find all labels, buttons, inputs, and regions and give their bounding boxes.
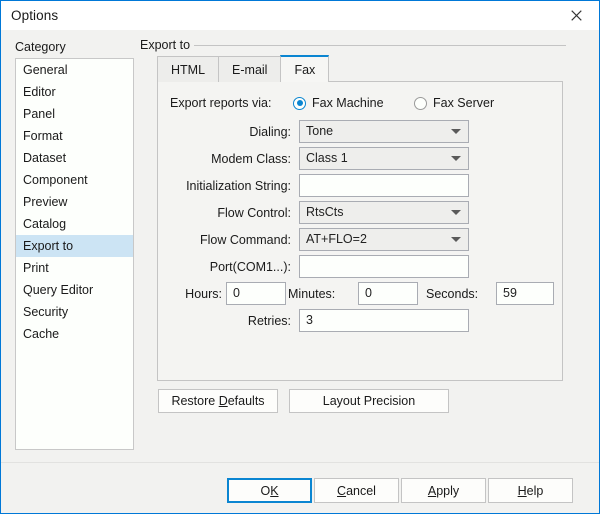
restore-defaults-pre: Restore (171, 394, 218, 408)
combo-dialing-value: Tone (306, 124, 333, 138)
category-list[interactable]: General Editor Panel Format Dataset Component… (15, 58, 134, 450)
label-port: Port(COM1...): (158, 255, 291, 279)
radio-fax-machine[interactable]: Fax Machine (293, 91, 384, 115)
sidebar-item-component[interactable]: Component (16, 169, 133, 191)
combo-flow-control[interactable]: RtsCts (299, 201, 469, 224)
apply-accel: A (428, 484, 436, 498)
sidebar-item-editor[interactable]: Editor (16, 81, 133, 103)
group-box-line (193, 45, 566, 46)
chevron-down-icon (444, 229, 468, 250)
ok-accel: K (270, 484, 278, 498)
label-modem-class: Modem Class: (158, 147, 291, 171)
sidebar-item-format[interactable]: Format (16, 125, 133, 147)
combo-flow-command[interactable]: AT+FLO=2 (299, 228, 469, 251)
sidebar-item-label: Editor (23, 85, 56, 99)
label-flow-control: Flow Control: (158, 201, 291, 225)
radio-icon-fax-machine (293, 97, 306, 110)
sidebar-item-cache[interactable]: Cache (16, 323, 133, 345)
input-seconds[interactable]: 59 (496, 282, 554, 305)
help-button[interactable]: Help (488, 478, 573, 503)
apply-post: pply (436, 484, 459, 498)
close-icon[interactable] (554, 1, 599, 30)
input-port[interactable] (299, 255, 469, 278)
input-retries-value: 3 (306, 313, 313, 327)
sidebar-item-label: Security (23, 305, 68, 319)
chevron-down-icon (444, 121, 468, 142)
apply-button[interactable]: Apply (401, 478, 486, 503)
sidebar-item-label: Catalog (23, 217, 66, 231)
title-bar: Options (1, 0, 599, 30)
label-flow-command: Flow Command: (158, 228, 291, 252)
sidebar-item-print[interactable]: Print (16, 257, 133, 279)
input-hours-value: 0 (233, 286, 240, 300)
layout-precision-label: Layout Precision (323, 394, 415, 408)
group-box-label: Export to (140, 38, 194, 52)
label-init-string: Initialization String: (158, 174, 291, 198)
sidebar-item-panel[interactable]: Panel (16, 103, 133, 125)
sidebar-item-label: Panel (23, 107, 55, 121)
sidebar-item-general[interactable]: General (16, 59, 133, 81)
sidebar-item-label: Preview (23, 195, 67, 209)
input-hours[interactable]: 0 (226, 282, 286, 305)
radio-icon-fax-server (414, 97, 427, 110)
label-hours: Hours: (158, 282, 222, 306)
restore-defaults-accel: D (219, 394, 228, 408)
combo-flow-command-value: AT+FLO=2 (306, 232, 367, 246)
category-label: Category (15, 40, 66, 54)
label-seconds: Seconds: (426, 282, 500, 306)
input-retries[interactable]: 3 (299, 309, 469, 332)
chevron-down-icon (444, 202, 468, 223)
sidebar-item-export-to[interactable]: Export to (16, 235, 133, 257)
tab-html[interactable]: HTML (157, 56, 219, 82)
sidebar-item-query-editor[interactable]: Query Editor (16, 279, 133, 301)
sidebar-item-security[interactable]: Security (16, 301, 133, 323)
cancel-button[interactable]: Cancel (314, 478, 399, 503)
input-minutes[interactable]: 0 (358, 282, 418, 305)
tab-label: HTML (171, 63, 205, 77)
combo-dialing[interactable]: Tone (299, 120, 469, 143)
options-dialog: Options Category General Editor Panel Forma… (0, 0, 600, 514)
sidebar-item-label: Dataset (23, 151, 66, 165)
radio-label-fax-machine: Fax Machine (312, 96, 384, 110)
sidebar-item-label: Print (23, 261, 49, 275)
ok-pre: O (260, 484, 270, 498)
sidebar-item-dataset[interactable]: Dataset (16, 147, 133, 169)
combo-modem-class[interactable]: Class 1 (299, 147, 469, 170)
restore-defaults-post: efaults (228, 394, 265, 408)
sidebar-item-catalog[interactable]: Catalog (16, 213, 133, 235)
restore-defaults-button[interactable]: Restore Defaults (158, 389, 278, 413)
tab-label: E-mail (232, 63, 267, 77)
sidebar-item-label: Query Editor (23, 283, 93, 297)
layout-precision-button[interactable]: Layout Precision (289, 389, 449, 413)
cancel-post: ancel (346, 484, 376, 498)
cancel-accel: C (337, 484, 346, 498)
sidebar-item-preview[interactable]: Preview (16, 191, 133, 213)
sidebar-item-label: General (23, 63, 67, 77)
tab-e-mail[interactable]: E-mail (218, 56, 281, 82)
fax-tab-panel: Export reports via: Fax Machine Fax Serv… (157, 81, 563, 381)
ok-button[interactable]: OK (227, 478, 312, 503)
input-seconds-value: 59 (503, 286, 517, 300)
label-retries: Retries: (158, 309, 291, 333)
input-minutes-value: 0 (365, 286, 372, 300)
label-dialing: Dialing: (158, 120, 291, 144)
tab-label: Fax (294, 63, 315, 77)
combo-flow-control-value: RtsCts (306, 205, 344, 219)
radio-fax-server[interactable]: Fax Server (414, 91, 494, 115)
sidebar-item-label: Export to (23, 239, 73, 253)
sidebar-item-label: Cache (23, 327, 59, 341)
input-init-string[interactable] (299, 174, 469, 197)
footer-bar: OK Cancel Apply Help (1, 463, 599, 513)
chevron-down-icon (444, 148, 468, 169)
window-title: Options (11, 8, 58, 23)
help-post: elp (527, 484, 544, 498)
tab-fax[interactable]: Fax (280, 55, 329, 82)
combo-modem-class-value: Class 1 (306, 151, 348, 165)
help-accel: H (518, 484, 527, 498)
tab-strip: HTML E-mail Fax (157, 55, 328, 82)
radio-label-fax-server: Fax Server (433, 96, 494, 110)
sidebar-item-label: Component (23, 173, 88, 187)
label-minutes: Minutes: (288, 282, 362, 306)
sidebar-item-label: Format (23, 129, 63, 143)
